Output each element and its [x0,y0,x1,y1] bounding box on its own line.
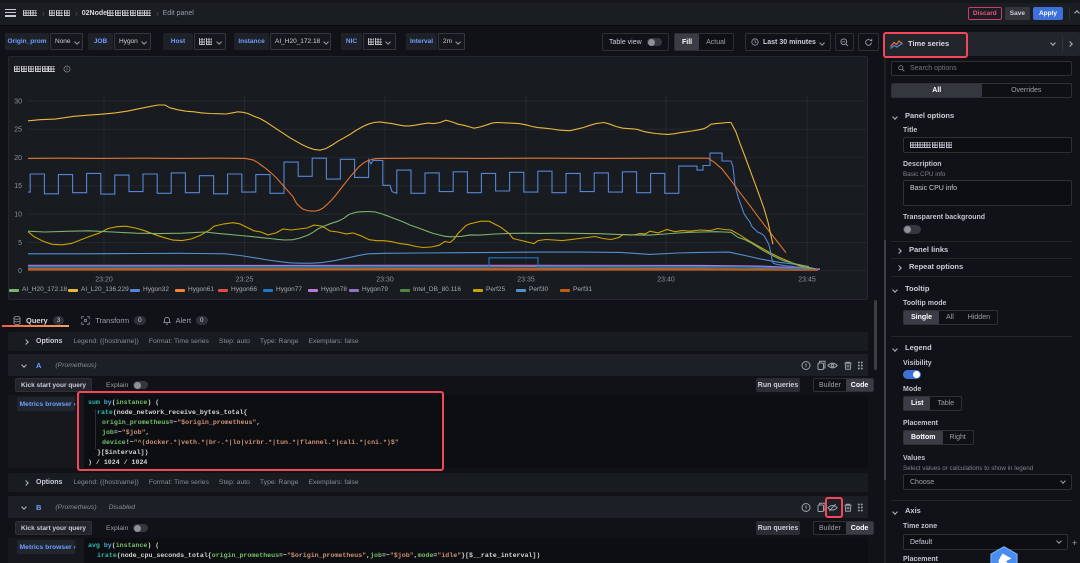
svg-text:25: 25 [14,127,22,134]
svg-text:30: 30 [14,98,22,105]
svg-text:20: 20 [14,155,22,162]
svg-text:23:35: 23:35 [517,277,535,284]
svg-text:23:30: 23:30 [376,277,394,284]
svg-text:10: 10 [14,212,22,219]
svg-text:15: 15 [14,183,22,190]
svg-text:23:40: 23:40 [657,277,675,284]
svg-text:5: 5 [18,240,22,247]
svg-text:23:45: 23:45 [798,277,816,284]
svg-text:23:20: 23:20 [95,277,113,284]
svg-text:23:25: 23:25 [236,277,254,284]
svg-text:0: 0 [18,268,22,275]
